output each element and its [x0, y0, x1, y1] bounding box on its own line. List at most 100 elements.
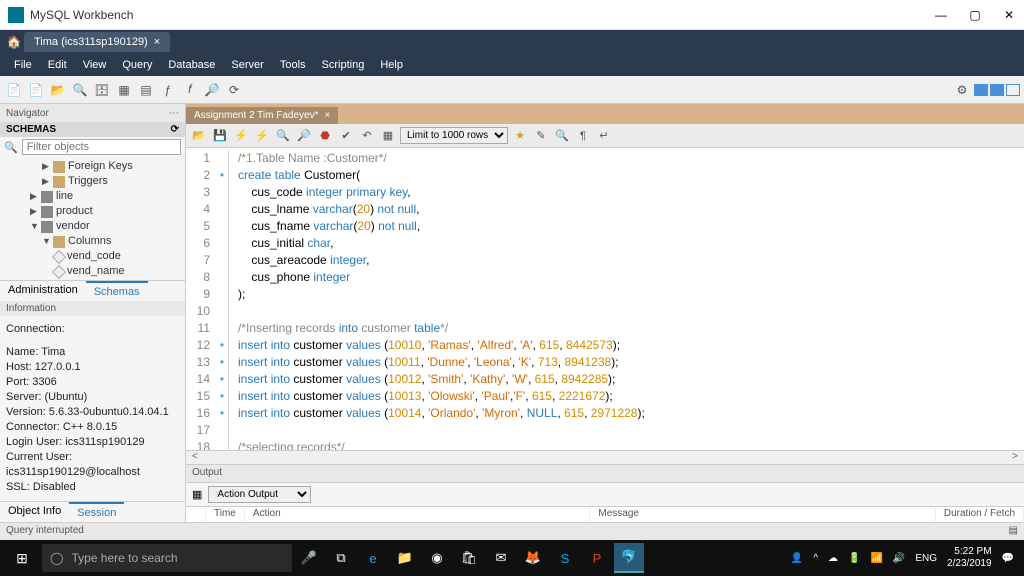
editor-toolbar: 📂 💾 ⚡ ⚡ 🔍 🔎 ⬣ ✔ ↶ ▦ Limit to 1000 rows ★…	[186, 124, 1024, 148]
create-schema-icon[interactable]: 🗄	[92, 80, 112, 100]
home-icon[interactable]: 🏠	[4, 32, 24, 52]
tree-vend-code[interactable]: vend_code	[67, 249, 121, 264]
menu-database[interactable]: Database	[160, 59, 223, 71]
execute-current-icon[interactable]: ⚡	[253, 127, 271, 145]
tree-columns[interactable]: Columns	[68, 234, 111, 249]
tab-object-info[interactable]: Object Info	[0, 502, 69, 522]
horizontal-scrollbar[interactable]: <>	[186, 450, 1024, 464]
create-procedure-icon[interactable]: ƒ	[158, 80, 178, 100]
firefox-icon[interactable]: 🦊	[518, 543, 548, 573]
menu-view[interactable]: View	[75, 59, 115, 71]
menu-help[interactable]: Help	[372, 59, 411, 71]
toggle-right-pane[interactable]	[1006, 84, 1020, 96]
title-bar: MySQL Workbench — ▢ ✕	[0, 0, 1024, 30]
tab-administration[interactable]: Administration	[0, 281, 86, 301]
panel-menu-icon[interactable]: ⋯	[169, 108, 179, 119]
minimize-button[interactable]: —	[934, 8, 948, 22]
output-bar: ▦ Action Output	[186, 482, 1024, 506]
tree-line[interactable]: line	[56, 189, 73, 204]
tab-session[interactable]: Session	[69, 502, 124, 522]
find-icon[interactable]: ✎	[532, 127, 550, 145]
close-file-icon[interactable]: ×	[325, 110, 331, 121]
new-sql-icon[interactable]: 📄	[4, 80, 24, 100]
powerpoint-icon[interactable]: P	[582, 543, 612, 573]
language-indicator[interactable]: ENG	[915, 553, 937, 564]
tree-triggers[interactable]: Triggers	[68, 174, 108, 189]
clock[interactable]: 5:22 PM 2/23/2019	[947, 546, 992, 570]
output-menu-icon[interactable]: ▦	[192, 488, 202, 501]
code-editor[interactable]: 1/*1.Table Name :Customer*/2•create tabl…	[186, 148, 1024, 450]
execute-icon[interactable]: ⚡	[232, 127, 250, 145]
invisible-chars-icon[interactable]: ¶	[574, 127, 592, 145]
connection-tab-label: Tima (ics311sp190129)	[34, 36, 148, 48]
open-sql-icon[interactable]: 📂	[48, 80, 68, 100]
create-function-icon[interactable]: 𝑓	[180, 80, 200, 100]
people-icon[interactable]: 👤	[791, 553, 803, 564]
toggle-bottom-pane[interactable]	[990, 84, 1004, 96]
wifi-icon[interactable]: 📶	[870, 553, 882, 564]
rollback-icon[interactable]: ↶	[358, 127, 376, 145]
info-line: ics311sp190129@localhost	[6, 465, 179, 480]
save-file-icon[interactable]: 💾	[211, 127, 229, 145]
search-circle-icon: ◯	[50, 551, 63, 565]
search-table-icon[interactable]: 🔎	[202, 80, 222, 100]
tree-vend-name[interactable]: vend_name	[67, 264, 125, 279]
wrap-icon[interactable]: ↵	[595, 127, 613, 145]
menu-scripting[interactable]: Scripting	[314, 59, 373, 71]
commit-icon[interactable]: ✔	[337, 127, 355, 145]
file-explorer-icon[interactable]: 📁	[390, 543, 420, 573]
close-tab-icon[interactable]: ×	[154, 36, 160, 48]
menu-tools[interactable]: Tools	[272, 59, 314, 71]
info-line: Current User:	[6, 450, 179, 465]
tree-foreign-keys[interactable]: Foreign Keys	[68, 159, 133, 174]
create-table-icon[interactable]: ▦	[114, 80, 134, 100]
menu-edit[interactable]: Edit	[40, 59, 75, 71]
filter-input[interactable]	[22, 139, 181, 155]
skype-icon[interactable]: S	[550, 543, 580, 573]
mail-icon[interactable]: ✉	[486, 543, 516, 573]
refresh-icon[interactable]: ⟳	[171, 124, 179, 135]
cortana-mic-icon[interactable]: 🎤	[294, 543, 324, 573]
notifications-icon[interactable]: 💬	[1002, 553, 1014, 564]
volume-icon[interactable]: 🔊	[893, 553, 905, 564]
menu-server[interactable]: Server	[223, 59, 271, 71]
task-view-icon[interactable]: ⧉	[326, 543, 356, 573]
reconnect-icon[interactable]: ⟳	[224, 80, 244, 100]
explain-icon[interactable]: 🔍	[274, 127, 292, 145]
file-tab-label: Assignment 2 Tim Fadeyev*	[194, 110, 319, 121]
start-button[interactable]: ⊞	[4, 543, 40, 573]
tree-vendor[interactable]: vendor	[56, 219, 90, 234]
inspector-icon[interactable]: 🔍	[70, 80, 90, 100]
connection-tab[interactable]: Tima (ics311sp190129) ×	[24, 32, 170, 52]
taskbar-search[interactable]: ◯ Type here to search	[42, 544, 292, 572]
edge-icon[interactable]: e	[358, 543, 388, 573]
tree-product[interactable]: product	[56, 204, 93, 219]
menu-query[interactable]: Query	[114, 59, 160, 71]
tab-schemas[interactable]: Schemas	[86, 281, 148, 301]
new-sql-tab-icon[interactable]: 📄	[26, 80, 46, 100]
open-file-icon[interactable]: 📂	[190, 127, 208, 145]
information-heading: Information	[0, 301, 185, 316]
schema-tree[interactable]: ▶Foreign Keys ▶Triggers ▶line ▶product ▼…	[0, 157, 185, 280]
search-icon[interactable]: 🔍	[553, 127, 571, 145]
beautify-icon[interactable]: ★	[511, 127, 529, 145]
output-selector[interactable]: Action Output	[208, 486, 311, 503]
close-button[interactable]: ✕	[1002, 8, 1016, 22]
workbench-taskbar-icon[interactable]: 🐬	[614, 543, 644, 573]
stop-icon[interactable]: ⬣	[316, 127, 334, 145]
onedrive-icon[interactable]: ☁	[828, 553, 838, 564]
maximize-button[interactable]: ▢	[968, 8, 982, 22]
file-tab[interactable]: Assignment 2 Tim Fadeyev* ×	[186, 107, 338, 124]
chrome-icon[interactable]: ◉	[422, 543, 452, 573]
menu-file[interactable]: File	[6, 59, 40, 71]
store-icon[interactable]: 🛍	[454, 543, 484, 573]
info-line: Host: 127.0.0.1	[6, 360, 179, 375]
create-view-icon[interactable]: ▤	[136, 80, 156, 100]
battery-icon[interactable]: 🔋	[848, 553, 860, 564]
limit-select[interactable]: Limit to 1000 rows	[400, 127, 508, 144]
settings-icon[interactable]: ⚙	[952, 80, 972, 100]
tray-chevron-icon[interactable]: ^	[813, 553, 818, 564]
toggle-left-pane[interactable]	[974, 84, 988, 96]
explain-current-icon[interactable]: 🔎	[295, 127, 313, 145]
autocommit-icon[interactable]: ▦	[379, 127, 397, 145]
